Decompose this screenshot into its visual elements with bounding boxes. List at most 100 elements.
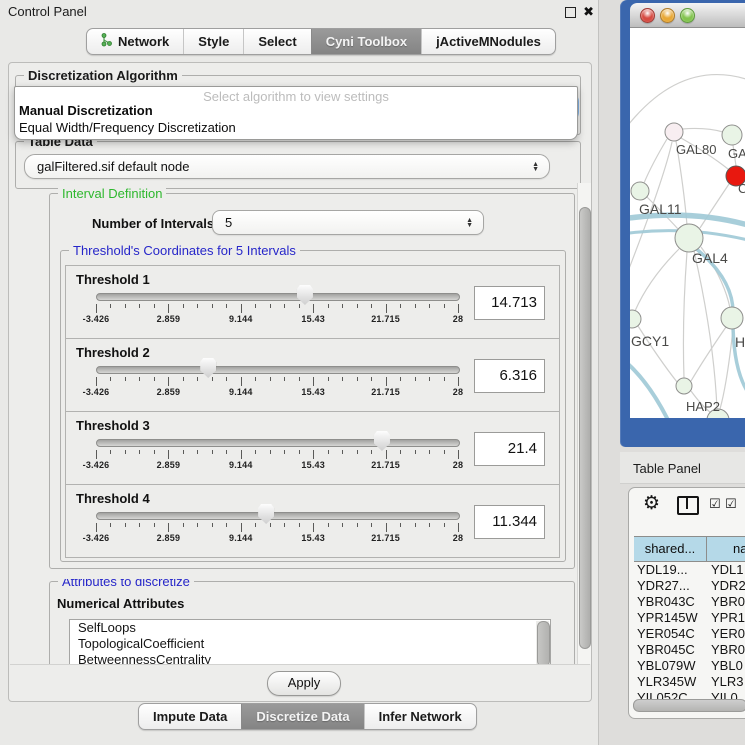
table-hscrollbar[interactable]	[633, 699, 745, 711]
tick-mark	[255, 304, 256, 308]
tick-mark	[357, 450, 358, 454]
threshold-4-row: Threshold 4-3.4262.8599.14415.4321.71528…	[65, 484, 560, 558]
attributes-clip: Attributes to discretize Numerical Attri…	[49, 579, 576, 664]
popup-option-manual[interactable]: Manual Discretization	[19, 103, 153, 118]
control-panel-titlebar: Control Panel ✖	[0, 0, 598, 24]
network-node-green[interactable]	[631, 182, 649, 200]
tab-jactivemnodules[interactable]: jActiveMNodules	[421, 29, 555, 54]
apply-button[interactable]: Apply	[267, 671, 341, 696]
threshold-value-field[interactable]: 21.4	[474, 432, 545, 466]
slider-thumb[interactable]	[297, 285, 313, 305]
interval-definition-group: Interval Definition Number of Intervals …	[49, 193, 575, 569]
tick-label: 21.715	[371, 460, 400, 470]
tick-mark	[125, 304, 126, 308]
cell-shared-name: YBL079W	[637, 658, 696, 674]
attribute-list-scrollbar[interactable]	[536, 621, 549, 664]
network-node-pink[interactable]	[665, 123, 683, 141]
tab-discretize-data[interactable]: Discretize Data	[241, 704, 363, 729]
tick-label: 9.144	[229, 460, 253, 470]
threshold-2-row: Threshold 2-3.4262.8599.14415.4321.71528…	[65, 338, 560, 412]
tick-label: 28	[453, 314, 463, 324]
tick-mark	[386, 377, 387, 386]
slider-thumb[interactable]	[374, 431, 390, 451]
num-intervals-label: Number of Intervals	[92, 216, 214, 231]
tick-mark	[415, 523, 416, 527]
threshold-value-field[interactable]: 6.316	[474, 359, 545, 393]
tick-mark	[255, 377, 256, 381]
tab-label: Network	[118, 34, 169, 49]
network-node-green[interactable]	[676, 378, 692, 394]
node-label: GAL4	[692, 250, 728, 266]
cell-shared-name: YBR045C	[637, 642, 695, 658]
checkbox-icon[interactable]: ☑	[725, 496, 737, 512]
tick-label: 2.859	[157, 460, 181, 470]
tab-style[interactable]: Style	[183, 29, 243, 54]
minimize-light[interactable]	[660, 8, 675, 23]
column-header-name[interactable]: na	[707, 536, 745, 562]
table-row[interactable]: YBL079WYBL0	[629, 658, 745, 674]
tab-label: Impute Data	[153, 709, 227, 724]
table-row[interactable]: YBR045CYBR0	[629, 642, 745, 658]
cell-name: YBR0	[711, 594, 745, 610]
tab-cyni-toolbox[interactable]: Cyni Toolbox	[311, 29, 421, 54]
tick-mark	[197, 377, 198, 381]
tab-label: Infer Network	[379, 709, 462, 724]
table-data-combobox[interactable]: galFiltered.sif default node ▲▼	[24, 154, 550, 179]
tick-mark	[342, 304, 343, 308]
slider-thumb[interactable]	[200, 358, 216, 378]
checkbox-icon[interactable]: ☑	[709, 496, 721, 512]
table-row[interactable]: YPR145WYPR1	[629, 610, 745, 626]
tick-mark	[415, 450, 416, 454]
slider-track[interactable]	[96, 439, 460, 447]
tick-mark	[342, 450, 343, 454]
tick-mark	[458, 450, 459, 459]
network-node-green[interactable]	[630, 310, 641, 328]
close-icon[interactable]: ✖	[583, 4, 594, 20]
table-data-group: Table Data galFiltered.sif default node …	[15, 141, 581, 189]
restore-icon[interactable]	[565, 7, 576, 18]
threshold-value-field[interactable]: 14.713	[474, 286, 545, 320]
threshold-value-field[interactable]: 11.344	[474, 505, 545, 539]
tab-select[interactable]: Select	[243, 29, 310, 54]
network-node-green[interactable]	[675, 224, 703, 252]
tick-mark	[139, 304, 140, 308]
column-header-shared-name[interactable]: shared...	[634, 536, 707, 562]
table-panel-title: Table Panel	[633, 461, 701, 476]
cell-shared-name: YBR043C	[637, 594, 695, 610]
tab-infer-network[interactable]: Infer Network	[364, 704, 476, 729]
attribute-item[interactable]: SelfLoops	[70, 620, 550, 636]
node-label: GCY1	[631, 333, 669, 349]
close-light[interactable]	[640, 8, 655, 23]
attribute-list[interactable]: SelfLoopsTopologicalCoefficientBetweenne…	[69, 619, 551, 664]
table-row[interactable]: YDR27...YDR2	[629, 578, 745, 594]
tick-mark	[139, 377, 140, 381]
network-node-green[interactable]	[721, 307, 743, 329]
slider-track[interactable]	[96, 366, 460, 374]
table-row[interactable]: YDL19...YDL1	[629, 562, 745, 578]
slider-track[interactable]	[96, 512, 460, 520]
table-row[interactable]: YBR043C YBR0	[629, 594, 745, 610]
tick-mark	[357, 523, 358, 527]
tab-impute-data[interactable]: Impute Data	[139, 704, 241, 729]
table-row[interactable]: YER054CYER0	[629, 626, 745, 642]
group-title: Discretization Algorithm	[24, 68, 182, 83]
network-canvas[interactable]: GAL80GACGAL11GAL4GCY1HHAP2	[630, 28, 745, 418]
threshold-label: Threshold 3	[76, 418, 150, 433]
columns-icon[interactable]	[677, 496, 699, 515]
network-view-window[interactable]: GAL80GACGAL11GAL4GCY1HHAP2	[620, 0, 745, 447]
slider-track[interactable]	[96, 293, 460, 301]
tab-network[interactable]: Network	[87, 29, 183, 54]
table-row[interactable]: YLR345WYLR3	[629, 674, 745, 690]
panel-scrollbar[interactable]	[577, 183, 591, 664]
network-node-green[interactable]	[722, 125, 742, 145]
num-intervals-combobox[interactable]: 5 ▲▼	[212, 210, 484, 235]
cell-name: YDR2	[711, 578, 745, 594]
slider-thumb[interactable]	[258, 504, 274, 524]
popup-option-equal-width[interactable]: Equal Width/Frequency Discretization	[19, 120, 236, 135]
num-intervals-value: 5	[225, 215, 232, 230]
attribute-item[interactable]: TopologicalCoefficient	[70, 636, 550, 652]
attribute-item[interactable]: BetweennessCentrality	[70, 652, 550, 664]
zoom-light[interactable]	[680, 8, 695, 23]
gear-icon[interactable]: ⚙	[643, 492, 660, 515]
tick-mark	[212, 377, 213, 381]
